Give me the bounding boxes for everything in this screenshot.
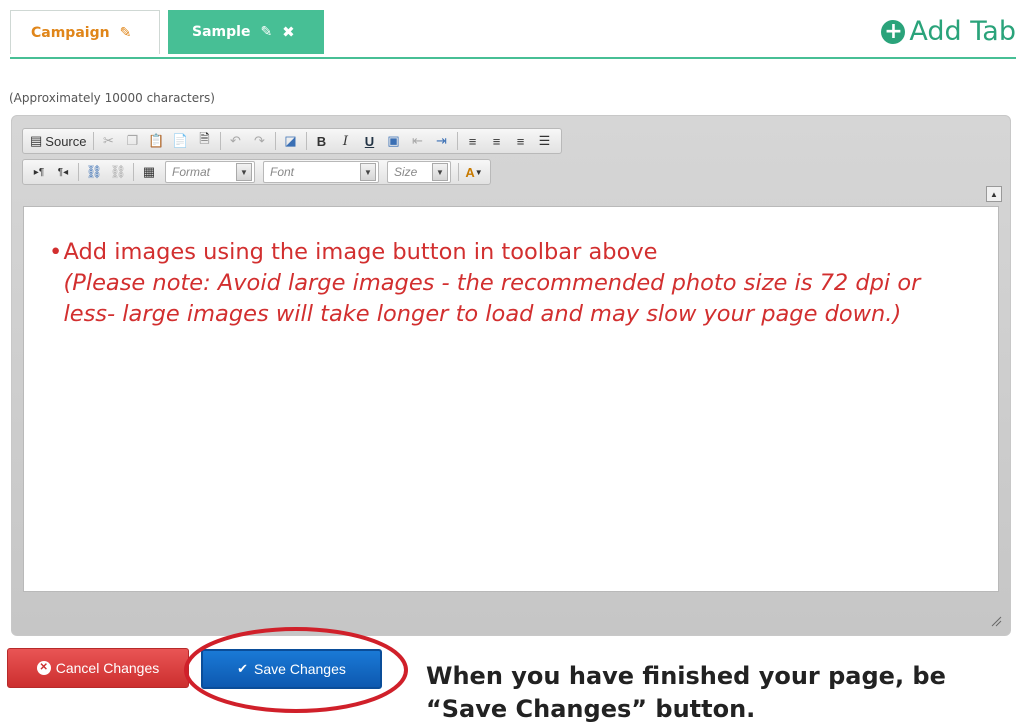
document-icon: ▤ [30,133,43,148]
instruction-line-1: When you have finished your page, be [426,662,946,690]
tab-sample-label: Sample [192,24,251,40]
toolbar-separator [133,163,134,181]
toolbar-separator [219,132,221,150]
toolbar-separator [458,163,459,181]
note-text: (Please note: Avoid large images - the r… [63,270,921,327]
toolbar-separator [274,132,276,150]
table-icon[interactable]: ▦ [137,161,161,183]
link-icon[interactable]: ⛓ [82,161,106,183]
editor-text: • Add images using the image button in t… [49,237,976,330]
copy-icon[interactable]: ❐ [121,130,145,152]
toolbar-separator [92,132,94,150]
tab-sample[interactable]: Sample ✎ ✖ [168,10,324,54]
highlight-circle [184,627,408,713]
toolbar-separator [305,132,307,150]
bullet-text: Add images using the image button in too… [63,239,658,265]
pencil-icon[interactable]: ✎ [260,24,272,40]
size-placeholder: Size [394,165,418,179]
plus-circle-icon: + [881,19,906,44]
pencil-icon[interactable]: ✎ [120,25,132,41]
rich-text-editor: ▤ Source ✂ ❐ 📋 📄 🗎 ↶ ↷ ◪ B I U ▣ ⇤ ⇥ ≡ ≡… [11,115,1011,636]
source-label: Source [45,133,87,149]
bold-icon[interactable]: B [310,130,334,152]
resize-handle-icon[interactable] [990,615,1002,627]
paste-word-icon[interactable]: 🗎 [193,130,217,152]
indent-icon[interactable]: ⇥ [430,130,454,152]
italic-icon[interactable]: I [334,130,358,152]
add-tab-button[interactable]: + Add Tab [881,16,1016,47]
toolbar-row-1: ▤ Source ✂ ❐ 📋 📄 🗎 ↶ ↷ ◪ B I U ▣ ⇤ ⇥ ≡ ≡… [22,128,564,154]
font-select[interactable]: Font ▼ [263,161,379,183]
eraser-icon[interactable]: ◪ [279,130,303,152]
chevron-down-icon[interactable]: ▼ [360,163,376,181]
instruction-text: When you have finished your page, be “Sa… [426,660,946,726]
outdent-icon[interactable]: ⇤ [406,130,430,152]
paste-icon[interactable]: 📋 [145,130,169,152]
tab-campaign[interactable]: Campaign ✎ [10,10,160,54]
chevron-down-icon[interactable]: ▼ [236,163,252,181]
add-tab-label: Add Tab [909,16,1016,47]
list-item: • Add images using the image button in t… [49,237,976,330]
ltr-icon[interactable]: ▸¶ [27,161,51,183]
image-icon[interactable]: ▣ [382,130,406,152]
toolbar-separator [78,163,79,181]
chevron-down-icon[interactable]: ▼ [432,163,448,181]
instruction-line-2: “Save Changes” button. [426,695,756,723]
cut-icon[interactable]: ✂ [97,130,121,152]
format-select[interactable]: Format ▼ [165,161,255,183]
unlink-icon[interactable]: ⛓ [106,161,130,183]
cancel-changes-label: Cancel Changes [55,660,160,676]
cancel-changes-button[interactable]: ✕ Cancel Changes [7,648,189,688]
editor-content-area[interactable]: • Add images using the image button in t… [23,206,999,592]
tab-campaign-label: Campaign [31,24,110,41]
toolbar-group-direction: ▸¶ ¶◂ ⛓ ⛓ ▦ Format ▼ Font ▼ Size ▼ A ▼ [22,159,491,185]
align-right-icon[interactable]: ≡ [509,130,533,152]
underline-icon[interactable]: U [358,130,382,152]
paste-text-icon[interactable]: 📄 [169,130,193,152]
size-select[interactable]: Size ▼ [387,161,451,183]
tab-bar: Campaign ✎ Sample ✎ ✖ + Add Tab [10,10,1016,59]
close-circle-icon: ✕ [36,661,51,675]
toolbar-separator [456,132,458,150]
toolbar-row-2: ▸¶ ¶◂ ⛓ ⛓ ▦ Format ▼ Font ▼ Size ▼ A ▼ [22,159,493,185]
redo-icon[interactable]: ↷ [248,130,272,152]
text-color-icon[interactable]: A ▼ [462,161,486,183]
rtl-icon[interactable]: ¶◂ [51,161,75,183]
close-icon[interactable]: ✖ [282,23,295,41]
character-limit-hint: (Approximately 10000 characters) [9,91,215,105]
align-center-icon[interactable]: ≡ [485,130,509,152]
align-left-icon[interactable]: ≡ [461,130,485,152]
collapse-toolbar-icon[interactable]: ▲ [986,186,1002,202]
source-button[interactable]: ▤ Source [27,130,90,152]
toolbar-group-source: ▤ Source ✂ ❐ 📋 📄 🗎 ↶ ↷ ◪ B I U ▣ ⇤ ⇥ ≡ ≡… [22,128,562,154]
undo-icon[interactable]: ↶ [224,130,248,152]
bullet-icon: • [49,239,63,265]
format-placeholder: Format [172,165,211,179]
font-placeholder: Font [270,165,295,179]
align-justify-icon[interactable]: ☰ [533,130,557,152]
